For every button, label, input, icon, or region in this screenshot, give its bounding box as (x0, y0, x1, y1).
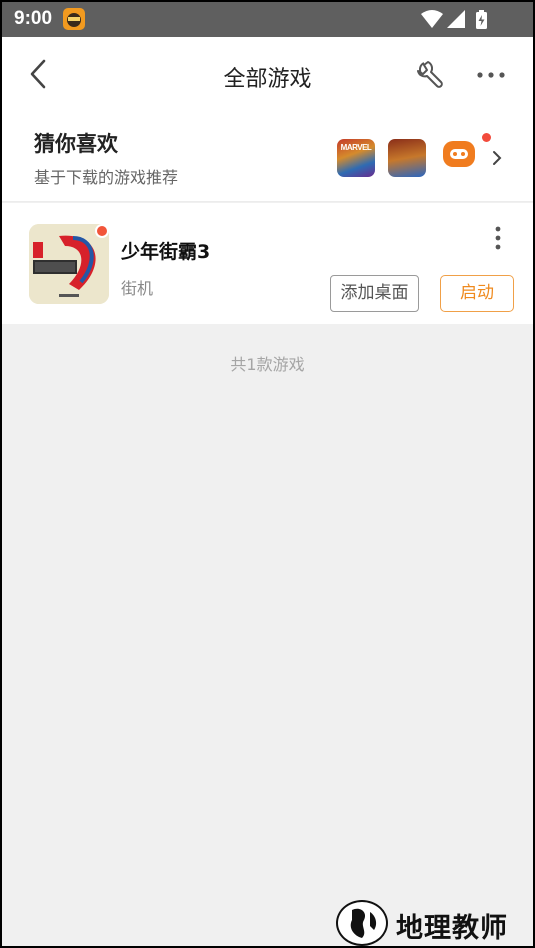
watermark-globe-icon (336, 900, 388, 946)
recommend-game-thumb[interactable] (388, 139, 426, 177)
signal-icon (447, 10, 465, 28)
list-item[interactable]: 少年街霸3 街机 添加桌面 启动 (2, 203, 533, 324)
recommend-title: 猜你喜欢 (34, 132, 118, 156)
recommend-section[interactable]: 猜你喜欢 基于下载的游戏推荐 MARVEL (2, 114, 533, 202)
more-vertical-icon (495, 226, 501, 250)
chevron-right-icon[interactable] (490, 149, 504, 167)
add-to-desktop-button[interactable]: 添加桌面 (330, 275, 419, 312)
wrench-icon (417, 61, 443, 88)
header-bar: 全部游戏 (2, 37, 533, 114)
recommend-game-thumb[interactable]: MARVEL (337, 139, 375, 177)
more-options-button[interactable] (476, 65, 506, 85)
watermark-logo: 地理教师 (332, 898, 532, 946)
launch-button[interactable]: 启动 (440, 275, 514, 312)
more-horizontal-icon (477, 72, 505, 78)
app-notification-icon (63, 8, 85, 30)
new-badge-dot (482, 133, 491, 142)
gamepad-face-icon (443, 141, 475, 167)
wifi-icon (421, 10, 443, 28)
recommend-game-thumb[interactable] (440, 139, 478, 177)
game-options-button[interactable] (492, 225, 504, 251)
status-time: 9:00 (14, 8, 53, 29)
screen: 9:00 全部游戏 猜你喜欢 基于下载的游戏推荐 MARVEL 少年街霸3 街机… (2, 2, 533, 946)
game-category: 街机 (121, 279, 154, 298)
status-icons (421, 9, 495, 35)
game-count-text: 共1款游戏 (230, 355, 305, 374)
game-name: 少年街霸3 (121, 241, 211, 263)
watermark-text: 地理教师 (396, 913, 508, 944)
tools-button[interactable] (415, 59, 445, 89)
update-badge-dot (95, 224, 109, 238)
recommend-subtitle: 基于下载的游戏推荐 (34, 168, 179, 187)
status-bar: 9:00 (2, 2, 533, 37)
page-title: 全部游戏 (223, 67, 312, 92)
thumb-label: MARVEL (340, 143, 372, 152)
battery-charging-icon (476, 10, 487, 29)
